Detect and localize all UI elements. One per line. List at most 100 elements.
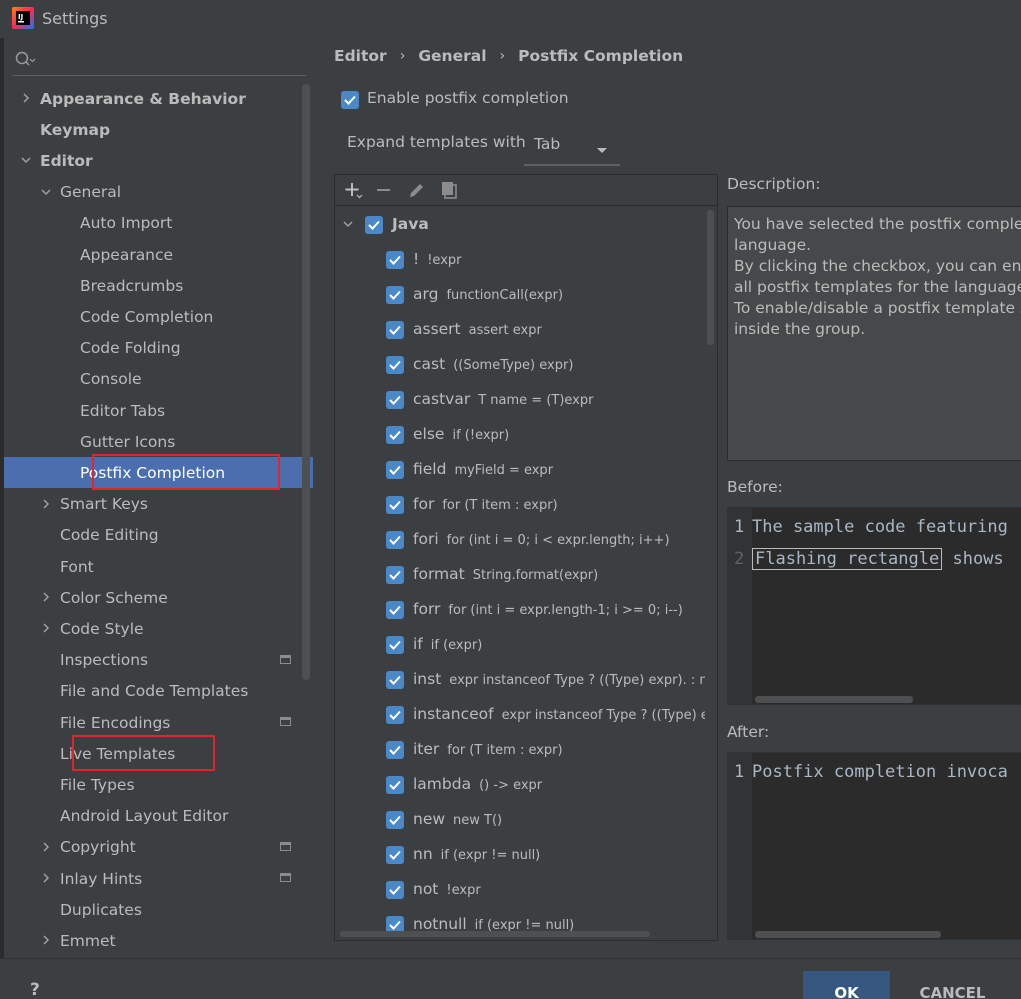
template-row[interactable]: iter for (T item : expr) xyxy=(335,732,705,767)
template-list-hscrollbar[interactable] xyxy=(340,931,650,937)
tree-item-file-and-code-templates[interactable]: File and Code Templates xyxy=(4,676,313,707)
chevron-down-icon[interactable] xyxy=(342,218,354,230)
tree-item-code-completion[interactable]: Code Completion xyxy=(4,301,313,332)
chevron-right-icon[interactable] xyxy=(40,498,52,510)
tree-item-editor-tabs[interactable]: Editor Tabs xyxy=(4,395,313,426)
tree-item-code-folding[interactable]: Code Folding xyxy=(4,333,313,364)
template-checkbox[interactable] xyxy=(386,741,404,759)
template-checkbox[interactable] xyxy=(386,426,404,444)
tree-item-postfix-completion[interactable]: Postfix Completion xyxy=(4,454,313,491)
template-checkbox[interactable] xyxy=(386,671,404,689)
template-row[interactable]: if if (expr) xyxy=(335,627,705,662)
tree-item-inlay-hints[interactable]: Inlay Hints xyxy=(4,863,313,894)
template-checkbox[interactable] xyxy=(386,356,404,374)
template-row[interactable]: ! !expr xyxy=(335,242,705,277)
project-scope-icon xyxy=(280,654,291,664)
edit-icon[interactable] xyxy=(407,180,427,200)
tree-item-copyright[interactable]: Copyright xyxy=(4,832,313,863)
chevron-right-icon[interactable] xyxy=(40,841,52,853)
template-row[interactable]: nn if (expr != null) xyxy=(335,837,705,872)
ok-button[interactable]: OK xyxy=(803,971,890,999)
template-row[interactable]: field myField = expr xyxy=(335,452,705,487)
tree-item-gutter-icons[interactable]: Gutter Icons xyxy=(4,426,313,457)
template-checkbox[interactable] xyxy=(386,776,404,794)
template-checkbox[interactable] xyxy=(386,391,404,409)
template-checkbox[interactable] xyxy=(386,811,404,829)
tree-item-inspections[interactable]: Inspections xyxy=(4,645,313,676)
template-checkbox[interactable] xyxy=(386,461,404,479)
template-key-label: ! xyxy=(413,250,420,268)
template-checkbox[interactable] xyxy=(386,321,404,339)
chevron-right-icon[interactable] xyxy=(40,622,52,634)
tree-item-android-layout-editor[interactable]: Android Layout Editor xyxy=(4,801,313,832)
cancel-button[interactable]: CANCEL xyxy=(905,971,1000,999)
tree-item-code-editing[interactable]: Code Editing xyxy=(4,520,313,551)
template-list-scrollbar[interactable] xyxy=(707,210,714,345)
tree-item-keymap[interactable]: Keymap xyxy=(4,114,313,145)
template-row[interactable]: new new T() xyxy=(335,802,705,837)
chevron-down-icon[interactable] xyxy=(596,141,608,159)
chevron-down-icon[interactable] xyxy=(40,186,52,198)
template-checkbox[interactable] xyxy=(386,601,404,619)
template-row[interactable]: format String.format(expr) xyxy=(335,557,705,592)
tree-item-general[interactable]: General xyxy=(4,177,313,208)
before-hscrollbar[interactable] xyxy=(755,696,913,703)
tree-scrollbar[interactable] xyxy=(302,84,310,680)
after-hscrollbar[interactable] xyxy=(755,931,941,938)
tree-item-label: Emmet xyxy=(60,931,116,950)
chevron-right-icon[interactable] xyxy=(40,872,52,884)
template-checkbox[interactable] xyxy=(386,286,404,304)
template-checkbox[interactable] xyxy=(386,566,404,584)
template-row[interactable]: instanceof expr instanceof Type ? ((Type)… xyxy=(335,697,705,732)
chevron-down-icon[interactable] xyxy=(20,154,32,166)
remove-icon[interactable] xyxy=(374,180,394,200)
tree-item-emmet[interactable]: Emmet xyxy=(4,925,313,956)
tree-item-appearance[interactable]: Appearance xyxy=(4,239,313,270)
template-row[interactable]: else if (!expr) xyxy=(335,417,705,452)
tree-item-editor[interactable]: Editor xyxy=(4,145,313,176)
enable-postfix-label[interactable]: Enable postfix completion xyxy=(367,89,569,107)
template-row[interactable]: assert assert expr xyxy=(335,312,705,347)
template-group-java[interactable]: Java xyxy=(335,207,705,242)
settings-search-input[interactable] xyxy=(12,46,306,76)
template-checkbox[interactable] xyxy=(386,846,404,864)
tree-item-file-encodings[interactable]: File Encodings xyxy=(4,707,313,738)
tree-item-font[interactable]: Font xyxy=(4,551,313,582)
tree-item-code-style[interactable]: Code Style xyxy=(4,613,313,644)
template-row[interactable]: cast ((SomeType) expr) xyxy=(335,347,705,382)
tree-item-console[interactable]: Console xyxy=(4,364,313,395)
enable-postfix-checkbox[interactable] xyxy=(341,91,359,109)
template-checkbox[interactable] xyxy=(386,636,404,654)
template-checkbox[interactable] xyxy=(386,496,404,514)
breadcrumb-general[interactable]: General xyxy=(418,47,486,65)
template-checkbox[interactable] xyxy=(386,881,404,899)
template-row[interactable]: castvar T name = (T)expr xyxy=(335,382,705,417)
tree-item-breadcrumbs[interactable]: Breadcrumbs xyxy=(4,270,313,301)
template-row[interactable]: arg functionCall(expr) xyxy=(335,277,705,312)
template-checkbox[interactable] xyxy=(386,706,404,724)
template-checkbox[interactable] xyxy=(386,531,404,549)
copy-icon[interactable] xyxy=(439,180,459,200)
template-checkbox[interactable] xyxy=(386,251,404,269)
template-row[interactable]: forr for (int i = expr.length-1; i >= 0; … xyxy=(335,592,705,627)
tree-item-auto-import[interactable]: Auto Import xyxy=(4,208,313,239)
tree-item-appearance-behavior[interactable]: Appearance & Behavior xyxy=(4,83,313,114)
tree-item-label: Font xyxy=(60,557,94,576)
breadcrumb-editor[interactable]: Editor xyxy=(334,47,387,65)
template-row[interactable]: fori for (int i = 0; i < expr.length; i++… xyxy=(335,522,705,557)
chevron-right-icon[interactable] xyxy=(40,591,52,603)
template-row[interactable]: not !expr xyxy=(335,872,705,907)
help-button[interactable]: ? xyxy=(30,980,40,999)
tree-item-duplicates[interactable]: Duplicates xyxy=(4,894,313,925)
tree-item-file-types[interactable]: File Types xyxy=(4,769,313,800)
add-icon[interactable] xyxy=(343,180,363,200)
chevron-right-icon[interactable] xyxy=(40,934,52,946)
template-row[interactable]: inst expr instanceof Type ? ((Type) expr)… xyxy=(335,662,705,697)
java-group-checkbox[interactable] xyxy=(365,216,383,234)
template-row[interactable]: lambda () -> expr xyxy=(335,767,705,802)
chevron-right-icon[interactable] xyxy=(20,92,32,104)
tree-item-live-templates[interactable]: Live Templates xyxy=(4,735,313,772)
template-row[interactable]: for for (T item : expr) xyxy=(335,487,705,522)
tree-item-smart-keys[interactable]: Smart Keys xyxy=(4,489,313,520)
tree-item-color-scheme[interactable]: Color Scheme xyxy=(4,582,313,613)
